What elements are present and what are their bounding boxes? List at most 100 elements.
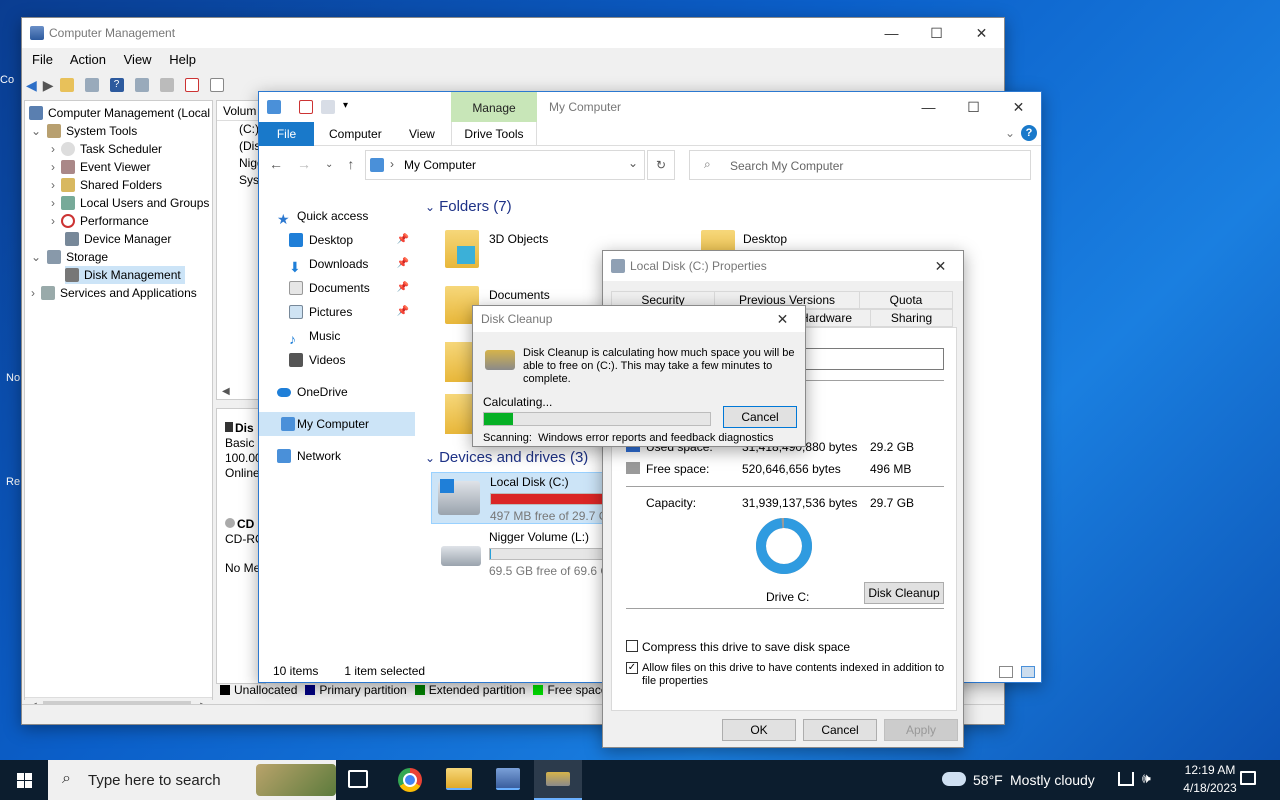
drive-local-disk-c[interactable]: Local Disk (C:) 497 MB free of 29.7 GB xyxy=(431,472,616,524)
cm-minimize-button[interactable]: — xyxy=(869,18,914,48)
chevron-down-icon[interactable]: ⌄ xyxy=(31,124,41,138)
menu-help[interactable]: Help xyxy=(169,52,196,67)
tree-item-storage[interactable]: ⌄ Storage xyxy=(25,248,212,266)
disk-cleanup-button[interactable]: Disk Cleanup xyxy=(864,582,944,604)
clock-date[interactable]: 4/18/2023 xyxy=(1172,781,1248,795)
properties-titlebar[interactable]: Local Disk (C:) Properties ✕ xyxy=(603,251,963,281)
menu-action[interactable]: Action xyxy=(70,52,106,67)
disk-cleanup-taskbar-icon[interactable] xyxy=(534,760,582,800)
folders-section-header[interactable]: ⌄ Folders (7) xyxy=(425,198,512,215)
pin-icon[interactable]: 📌 xyxy=(397,300,409,324)
explorer-close-button[interactable]: ✕ xyxy=(996,92,1041,122)
address-text[interactable]: My Computer xyxy=(404,158,476,172)
large-icons-view-icon[interactable] xyxy=(1021,666,1035,678)
properties-icon[interactable] xyxy=(134,78,149,92)
cancel-button[interactable]: Cancel xyxy=(803,719,877,741)
chevron-right-icon[interactable]: › xyxy=(31,286,35,300)
folder-3d-objects[interactable]: 3D Objects xyxy=(441,226,601,270)
tree-item-shared-folders[interactable]: › Shared Folders xyxy=(25,176,212,194)
cm-close-button[interactable]: ✕ xyxy=(959,18,1004,48)
computer-management-taskbar-icon[interactable] xyxy=(496,768,520,790)
tab-quota[interactable]: Quota xyxy=(859,291,953,309)
up-arrow-icon[interactable]: ↑ xyxy=(347,156,354,174)
disk-cleanup-cancel-button[interactable]: Cancel xyxy=(723,406,797,428)
nav-quick-access[interactable]: ★ Quick access xyxy=(267,204,415,228)
ribbon-tab-view[interactable]: View xyxy=(409,127,435,141)
chevron-right-icon[interactable]: › xyxy=(51,214,55,228)
cm-maximize-button[interactable]: ☐ xyxy=(914,18,959,48)
chevron-right-icon[interactable]: › xyxy=(51,142,55,156)
chevron-right-icon[interactable]: › xyxy=(51,196,55,210)
nav-desktop[interactable]: Desktop 📌 xyxy=(279,228,415,252)
volume-icon[interactable]: 🕪 xyxy=(1142,770,1151,787)
task-view-icon[interactable] xyxy=(348,770,368,788)
list-icon[interactable] xyxy=(209,78,224,92)
pin-icon[interactable]: 📌 xyxy=(397,252,409,276)
pin-icon[interactable]: 📌 xyxy=(397,228,409,252)
ok-button[interactable]: OK xyxy=(722,719,796,741)
start-button[interactable] xyxy=(0,760,48,800)
pin-icon[interactable]: 📌 xyxy=(397,276,409,300)
chevron-right-icon[interactable]: › xyxy=(51,178,55,192)
compress-checkbox[interactable] xyxy=(626,640,638,652)
chrome-icon[interactable] xyxy=(398,768,422,792)
back-arrow-icon[interactable]: ← xyxy=(269,156,283,174)
nav-pictures[interactable]: Pictures 📌 xyxy=(279,300,415,324)
weather-cloud-icon[interactable] xyxy=(942,772,966,786)
ribbon-tab-file[interactable]: File xyxy=(259,122,314,146)
recent-dropdown-icon[interactable]: ⌄ xyxy=(325,156,333,174)
nav-videos[interactable]: Videos xyxy=(279,348,415,372)
nav-documents[interactable]: Documents 📌 xyxy=(279,276,415,300)
folder-up-icon[interactable] xyxy=(59,78,74,92)
manage-tab[interactable]: Manage xyxy=(451,92,537,122)
back-arrow-icon[interactable]: ◀ xyxy=(26,77,37,94)
disk-cleanup-titlebar[interactable]: Disk Cleanup ✕ xyxy=(473,306,805,332)
search-box[interactable]: ⌕ Search My Computer xyxy=(689,150,1031,180)
apply-button[interactable]: Apply xyxy=(884,719,958,741)
tree-item-system-tools[interactable]: ⌄ System Tools xyxy=(25,122,212,140)
drive-nigger-volume-l[interactable]: Nigger Volume (L:) 69.5 GB free of 69.6 … xyxy=(431,528,618,580)
tab-sharing[interactable]: Sharing xyxy=(870,309,953,327)
disk-cleanup-close-button[interactable]: ✕ xyxy=(760,306,805,332)
tree-item-local-users[interactable]: › Local Users and Groups xyxy=(25,194,212,212)
help-icon[interactable]: ? xyxy=(1021,125,1037,141)
tree-item-disk-management[interactable]: Disk Management xyxy=(25,266,212,284)
volume-label-input[interactable] xyxy=(792,348,944,370)
nav-downloads[interactable]: ⬇ Downloads 📌 xyxy=(279,252,415,276)
help-icon[interactable]: ? xyxy=(109,78,124,92)
nav-music[interactable]: ♪ Music xyxy=(279,324,415,348)
cm-titlebar[interactable]: Computer Management — ☐ ✕ xyxy=(22,18,1004,48)
ribbon-expand-icon[interactable]: ⌄ xyxy=(1005,126,1015,140)
ribbon-tab-computer[interactable]: Computer xyxy=(329,127,382,141)
show-hide-tree-icon[interactable] xyxy=(84,78,99,92)
clock-time[interactable]: 12:19 AM xyxy=(1172,763,1248,777)
new-folder-quick-icon[interactable] xyxy=(321,100,335,114)
connect-icon[interactable] xyxy=(159,78,174,92)
nav-onedrive[interactable]: OneDrive xyxy=(267,380,415,404)
scroll-left-icon[interactable]: ◀ xyxy=(222,386,230,397)
check-icon[interactable] xyxy=(184,78,199,92)
tree-item-device-manager[interactable]: Device Manager xyxy=(25,230,212,248)
menu-view[interactable]: View xyxy=(124,52,152,67)
tree-item-computer-management[interactable]: Computer Management (Local xyxy=(25,104,212,122)
refresh-button[interactable]: ↻ xyxy=(647,150,675,180)
chevron-down-icon[interactable]: ⌄ xyxy=(31,250,41,264)
weather-description[interactable]: Mostly cloudy xyxy=(1010,772,1095,788)
taskbar-search-box[interactable]: ⌕ Type here to search xyxy=(48,760,336,800)
address-dropdown-icon[interactable]: ⌄ xyxy=(628,156,638,170)
properties-close-button[interactable]: ✕ xyxy=(918,251,963,281)
tree-item-event-viewer[interactable]: › Event Viewer xyxy=(25,158,212,176)
folder-music[interactable] xyxy=(445,342,475,382)
explorer-maximize-button[interactable]: ☐ xyxy=(951,92,996,122)
desktop-icon-label-computer[interactable]: Co xyxy=(0,74,20,86)
folder-videos[interactable] xyxy=(445,394,475,434)
address-bar[interactable]: › My Computer ⌄ xyxy=(365,150,645,180)
index-checkbox[interactable]: ✓ xyxy=(626,662,638,674)
chevron-right-icon[interactable]: › xyxy=(51,160,55,174)
tree-item-services-applications[interactable]: › Services and Applications xyxy=(25,284,212,302)
tree-item-performance[interactable]: › Performance xyxy=(25,212,212,230)
tree-item-task-scheduler[interactable]: › Task Scheduler xyxy=(25,140,212,158)
nav-network[interactable]: Network xyxy=(267,444,415,468)
file-explorer-icon[interactable] xyxy=(446,768,472,790)
forward-arrow-icon[interactable]: ▶ xyxy=(43,77,54,94)
